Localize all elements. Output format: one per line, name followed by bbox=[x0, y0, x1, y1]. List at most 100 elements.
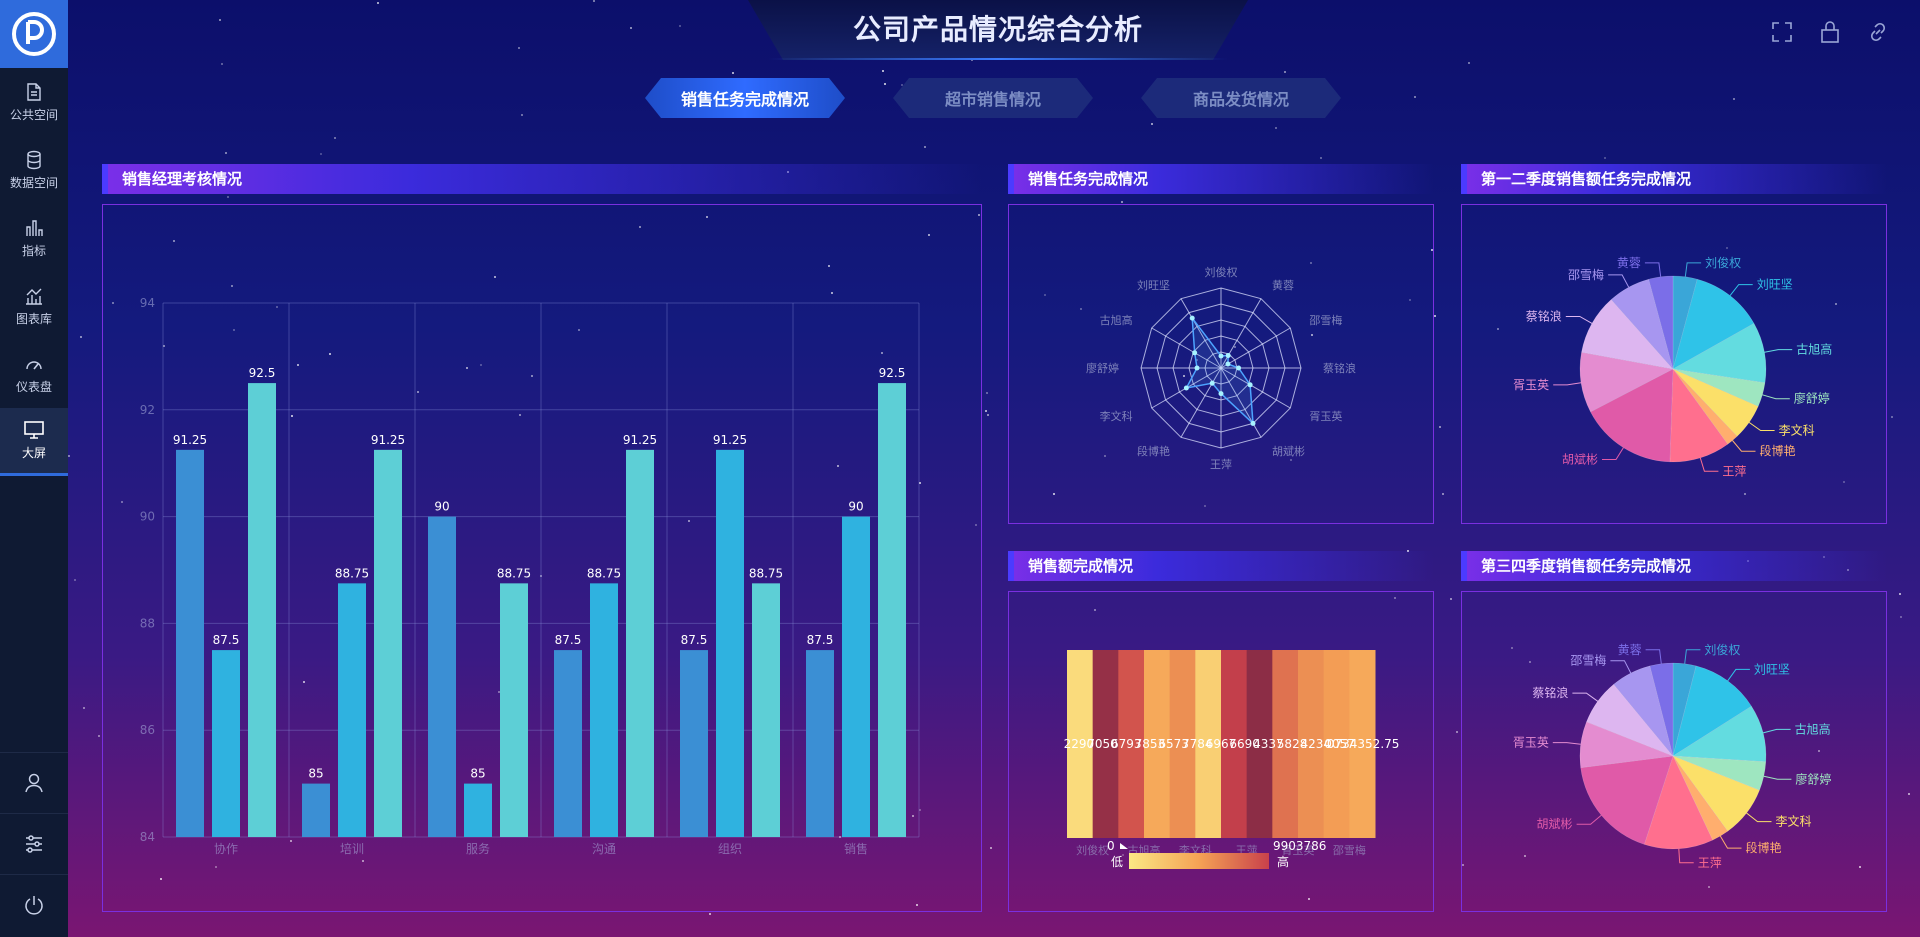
radar-point[interactable] bbox=[1209, 380, 1215, 386]
panel-q3q4-sales: 刘俊权 刘旺坚 古旭高 廖舒婷 李文科 段博艳 王萍 胡斌彬 胥玉英 蔡铭浪 邵雪梅 黄蓉 bbox=[1461, 591, 1887, 912]
x-tick-label: 销售 bbox=[844, 841, 868, 856]
radar-indicator-label: 段博艳 bbox=[1137, 444, 1170, 458]
panel-title-task-completion: 销售任务完成情况 bbox=[1008, 164, 1434, 194]
star bbox=[98, 735, 100, 737]
y-tick-label: 92 bbox=[140, 403, 155, 417]
pie-label-line bbox=[1644, 262, 1662, 277]
lock-button[interactable] bbox=[1818, 20, 1842, 48]
radar-indicator-label: 黄蓉 bbox=[1272, 278, 1294, 292]
bar[interactable] bbox=[590, 583, 618, 837]
bar[interactable] bbox=[500, 583, 528, 837]
radar-point[interactable] bbox=[1218, 353, 1224, 359]
pie-label-line bbox=[1678, 848, 1694, 864]
pie-label-line bbox=[1719, 835, 1742, 849]
star bbox=[593, 0, 595, 2]
bar[interactable] bbox=[428, 516, 456, 837]
app-logo[interactable] bbox=[0, 0, 68, 68]
bar[interactable] bbox=[248, 383, 276, 837]
radar-series-area[interactable] bbox=[1185, 315, 1254, 426]
radar-indicator-label: 古旭高 bbox=[1100, 313, 1133, 327]
bar[interactable] bbox=[680, 650, 708, 837]
star bbox=[1900, 616, 1902, 618]
radar-point[interactable] bbox=[1247, 382, 1253, 388]
share-link-button[interactable] bbox=[1866, 20, 1890, 48]
pie-label-line bbox=[1610, 660, 1632, 674]
sidebar-item-public-space[interactable]: 公共空间 bbox=[0, 68, 68, 136]
sidebar-item-dashboard[interactable]: 仪表盘 bbox=[0, 340, 68, 408]
radar-point[interactable] bbox=[1250, 420, 1256, 426]
bar[interactable] bbox=[374, 449, 402, 837]
radar-point[interactable] bbox=[1189, 315, 1195, 321]
pie-slice-label: 廖舒婷 bbox=[1794, 391, 1830, 406]
pie-label-line bbox=[1699, 457, 1719, 472]
sidebar-item-data-space[interactable]: 数据空间 bbox=[0, 136, 68, 204]
bar[interactable] bbox=[752, 583, 780, 837]
star bbox=[901, 84, 903, 86]
bar-data-label: 91.25 bbox=[713, 433, 747, 447]
radar-point[interactable] bbox=[1183, 385, 1189, 391]
pie-label-line bbox=[1762, 728, 1791, 734]
pie-chart-q3q4: 刘俊权刘旺坚古旭高廖舒婷李文科段博艳王萍 胡斌彬 胥玉英 蔡铭浪 邵雪梅黄蓉 bbox=[1513, 642, 1832, 870]
bar[interactable] bbox=[176, 449, 204, 837]
bar[interactable] bbox=[554, 650, 582, 837]
tab-goods-shipping[interactable]: 商品发货情况 bbox=[1141, 78, 1341, 118]
panel-title-manager-review: 销售经理考核情况 bbox=[102, 164, 982, 194]
bar-data-label: 87.5 bbox=[681, 633, 708, 647]
user-button[interactable] bbox=[0, 752, 68, 812]
panel-manager-review: 84 86 88 90 92 94 协作 91.25 87.5 92.5 培训 85 88.75 91.2… bbox=[102, 204, 982, 912]
bar[interactable] bbox=[842, 516, 870, 837]
pie-slice-label: 胥玉英 bbox=[1513, 378, 1549, 392]
star bbox=[990, 847, 992, 849]
pie-slice-label: 刘俊权 bbox=[1704, 642, 1740, 657]
star bbox=[987, 414, 989, 416]
fullscreen-button[interactable] bbox=[1770, 20, 1794, 48]
bar[interactable] bbox=[302, 783, 330, 837]
sidebar-item-chart-library[interactable]: 图表库 bbox=[0, 272, 68, 340]
radar-point[interactable] bbox=[1194, 365, 1200, 371]
bar[interactable] bbox=[464, 783, 492, 837]
star bbox=[732, 72, 734, 74]
radar-point[interactable] bbox=[1236, 365, 1242, 371]
heatmap-chart: 2290705067937853657377846967669043375828… bbox=[1064, 650, 1399, 869]
panel-sales-completion: 2290 7050 6793 7853 6573 7784 6967 6690 4337 5828… bbox=[1008, 591, 1434, 912]
radar-point[interactable] bbox=[1218, 391, 1224, 397]
radar-point[interactable] bbox=[1225, 361, 1231, 367]
star bbox=[882, 70, 884, 72]
pie-slice-label: 李文科 bbox=[1776, 814, 1812, 829]
settings-button[interactable] bbox=[0, 813, 68, 873]
radar-indicator-label: 邵雪梅 bbox=[1309, 313, 1342, 327]
panel-title-sales-completion: 销售额完成情况 bbox=[1008, 551, 1434, 581]
x-tick-label: 组织 bbox=[718, 842, 742, 856]
star bbox=[334, 137, 336, 139]
bar-chart-icon bbox=[26, 219, 43, 236]
star bbox=[74, 579, 76, 581]
bar[interactable] bbox=[878, 383, 906, 837]
pie-slice-label: 王萍 bbox=[1722, 464, 1746, 478]
logo-icon bbox=[12, 12, 56, 56]
bar[interactable] bbox=[716, 449, 744, 837]
pie-slice-label: 黄蓉 bbox=[1618, 643, 1642, 657]
bar[interactable] bbox=[338, 583, 366, 837]
tab-sales-task[interactable]: 销售任务完成情况 bbox=[645, 78, 845, 118]
pie-label-line bbox=[1748, 421, 1775, 431]
radar-point[interactable] bbox=[1225, 353, 1231, 359]
visual-map-min-value: 0 bbox=[1107, 839, 1115, 853]
bar[interactable] bbox=[806, 650, 834, 837]
bar-data-label: 88.75 bbox=[587, 566, 621, 580]
pie-slice-label: 刘旺坚 bbox=[1754, 662, 1790, 676]
sidebar-item-metrics[interactable]: 指标 bbox=[0, 204, 68, 272]
tab-supermarket-sales[interactable]: 超市销售情况 bbox=[893, 78, 1093, 118]
star bbox=[1899, 593, 1901, 595]
radar-indicator-label: 胥玉英 bbox=[1309, 409, 1342, 423]
logout-button[interactable] bbox=[0, 874, 68, 934]
bar[interactable] bbox=[212, 650, 240, 837]
radar-point[interactable] bbox=[1192, 350, 1198, 356]
visual-map-bar[interactable] bbox=[1129, 853, 1269, 869]
sidebar-item-label: 仪表盘 bbox=[15, 379, 52, 394]
star bbox=[1733, 98, 1735, 100]
sidebar-item-big-screen[interactable]: 大屏 bbox=[0, 408, 68, 476]
star bbox=[377, 2, 379, 4]
sidebar-item-label: 图表库 bbox=[15, 311, 52, 326]
pie-slice-label: 段博艳 bbox=[1759, 443, 1795, 458]
bar[interactable] bbox=[626, 449, 654, 837]
